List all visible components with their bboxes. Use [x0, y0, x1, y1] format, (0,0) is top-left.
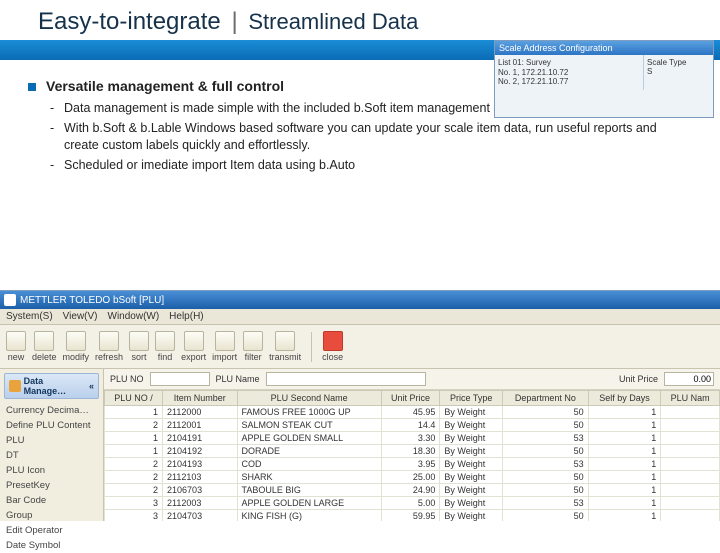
thumb-row: No. 2, 172.21.10.77 — [498, 77, 640, 87]
close-icon — [323, 331, 343, 351]
bullet-heading: Versatile management & full control — [46, 78, 284, 94]
toolbar-sort-button[interactable]: sort — [129, 331, 149, 362]
import-icon — [215, 331, 235, 351]
sidebar-head-text: Data Manage… — [24, 376, 86, 396]
filter-input-unitprice[interactable] — [664, 372, 714, 386]
sidebar-item[interactable]: Define PLU Content — [4, 418, 99, 433]
thumb-side-label: Scale Type — [647, 58, 710, 67]
app-title-text: METTLER TOLEDO bSoft [PLU] — [20, 295, 164, 306]
table-row[interactable]: 12112000FAMOUS FREE 1000G UP45.95By Weig… — [105, 406, 720, 419]
sort-icon — [129, 331, 149, 351]
filter-label-pluname: PLU Name — [216, 374, 260, 384]
config-thumb: Scale Address Configuration List 01: Sur… — [494, 40, 714, 118]
thumb-side-val: S — [647, 67, 710, 76]
title-main: Easy-to-integrate — [38, 8, 221, 35]
menu-item[interactable]: Window(W) — [108, 311, 160, 322]
title-pipe: | — [231, 8, 237, 35]
column-header[interactable]: PLU Second Name — [237, 391, 381, 406]
table-row[interactable]: 12104191APPLE GOLDEN SMALL3.30By Weight5… — [105, 432, 720, 445]
table-row[interactable]: 32112003APPLE GOLDEN LARGE5.00By Weight5… — [105, 497, 720, 510]
column-header[interactable]: PLU Nam — [661, 391, 720, 406]
filter-icon — [243, 331, 263, 351]
column-header[interactable]: Item Number — [163, 391, 238, 406]
app-sidebar: Data Manage… « Currency Decima…Define PL… — [0, 369, 104, 521]
table-row[interactable]: 22112001SALMON STEAK CUT14.4By Weight501 — [105, 419, 720, 432]
toolbar-close-button[interactable]: close — [322, 331, 343, 362]
data-grid[interactable]: PLU NO /Item NumberPLU Second NameUnit P… — [104, 390, 720, 521]
toolbar-refresh-button[interactable]: refresh — [95, 331, 123, 362]
sidebar-item[interactable]: Bar Code — [4, 493, 99, 508]
toolbar-new-button[interactable]: new — [6, 331, 26, 362]
toolbar-find-button[interactable]: find — [155, 331, 175, 362]
thumb-title: Scale Address Configuration — [495, 41, 713, 55]
toolbar-transmit-button[interactable]: transmit — [269, 331, 301, 362]
menu-item[interactable]: System(S) — [6, 311, 53, 322]
column-header[interactable]: Price Type — [440, 391, 503, 406]
toolbar-filter-button[interactable]: filter — [243, 331, 263, 362]
modify-icon — [66, 331, 86, 351]
app-titlebar: METTLER TOLEDO bSoft [PLU] — [0, 291, 720, 309]
column-header[interactable]: Self by Days — [588, 391, 661, 406]
bullet-square-icon — [28, 83, 36, 91]
sidebar-item[interactable]: Group — [4, 508, 99, 523]
filter-label-unitprice: Unit Price — [619, 374, 658, 384]
toolbar-import-button[interactable]: import — [212, 331, 237, 362]
table-row[interactable]: 12104192DORADE18.30By Weight501 — [105, 445, 720, 458]
transmit-icon — [275, 331, 295, 351]
bullet-item-text: With b.Soft & b.Lable Windows based soft… — [64, 120, 692, 154]
app-icon — [4, 294, 16, 306]
bsoft-app-window: METTLER TOLEDO bSoft [PLU] System(S) View… — [0, 290, 720, 520]
refresh-icon — [99, 331, 119, 351]
table-row[interactable]: 22112103SHARK25.00By Weight501 — [105, 471, 720, 484]
toolbar-delete-button[interactable]: delete — [32, 331, 57, 362]
new-icon — [6, 331, 26, 351]
thumb-row: No. 1, 172.21.10.72 — [498, 68, 640, 78]
title-sub: Streamlined Data — [248, 9, 418, 34]
sidebar-item[interactable]: PLU — [4, 433, 99, 448]
app-menubar[interactable]: System(S) View(V) Window(W) Help(H) — [0, 309, 720, 325]
thumb-row: List 01: Survey — [498, 58, 640, 68]
sidebar-item[interactable]: PLU Icon — [4, 463, 99, 478]
column-header[interactable]: PLU NO / — [105, 391, 163, 406]
dash-icon: - — [50, 157, 56, 174]
find-icon — [155, 331, 175, 351]
slide-title: Easy-to-integrate | Streamlined Data — [38, 8, 720, 36]
filter-row: PLU NO PLU Name Unit Price — [104, 369, 720, 390]
table-row[interactable]: 32104703KING FISH (G)59.95By Weight501 — [105, 510, 720, 522]
toolbar-export-button[interactable]: export — [181, 331, 206, 362]
menu-item[interactable]: Help(H) — [169, 311, 203, 322]
sidebar-item[interactable]: Date Symbol — [4, 538, 99, 553]
sidebar-item[interactable]: DT — [4, 448, 99, 463]
export-icon — [184, 331, 204, 351]
column-header[interactable]: Unit Price — [381, 391, 440, 406]
sidebar-heading[interactable]: Data Manage… « — [4, 373, 99, 399]
folder-icon — [9, 380, 21, 392]
toolbar-modify-button[interactable]: modify — [63, 331, 90, 362]
filter-input-pluname[interactable] — [266, 372, 426, 386]
dash-icon: - — [50, 120, 56, 154]
filter-input-pluno[interactable] — [150, 372, 210, 386]
sidebar-item[interactable]: Edit Operator — [4, 523, 99, 538]
app-toolbar: new deletemodifyrefresh sort find exportimpo… — [0, 325, 720, 369]
delete-icon — [34, 331, 54, 351]
collapse-icon[interactable]: « — [89, 381, 94, 391]
column-header[interactable]: Department No — [503, 391, 589, 406]
sidebar-item[interactable]: Currency Decima… — [4, 403, 99, 418]
table-row[interactable]: 22104193COD3.95By Weight531 — [105, 458, 720, 471]
dash-icon: - — [50, 100, 56, 117]
menu-item[interactable]: View(V) — [63, 311, 98, 322]
sidebar-item[interactable]: PresetKey — [4, 478, 99, 493]
filter-label-pluno: PLU NO — [110, 374, 144, 384]
bullet-item-text: Scheduled or imediate import Item data u… — [64, 157, 355, 174]
table-row[interactable]: 22106703TABOULE BIG24.90By Weight501 — [105, 484, 720, 497]
